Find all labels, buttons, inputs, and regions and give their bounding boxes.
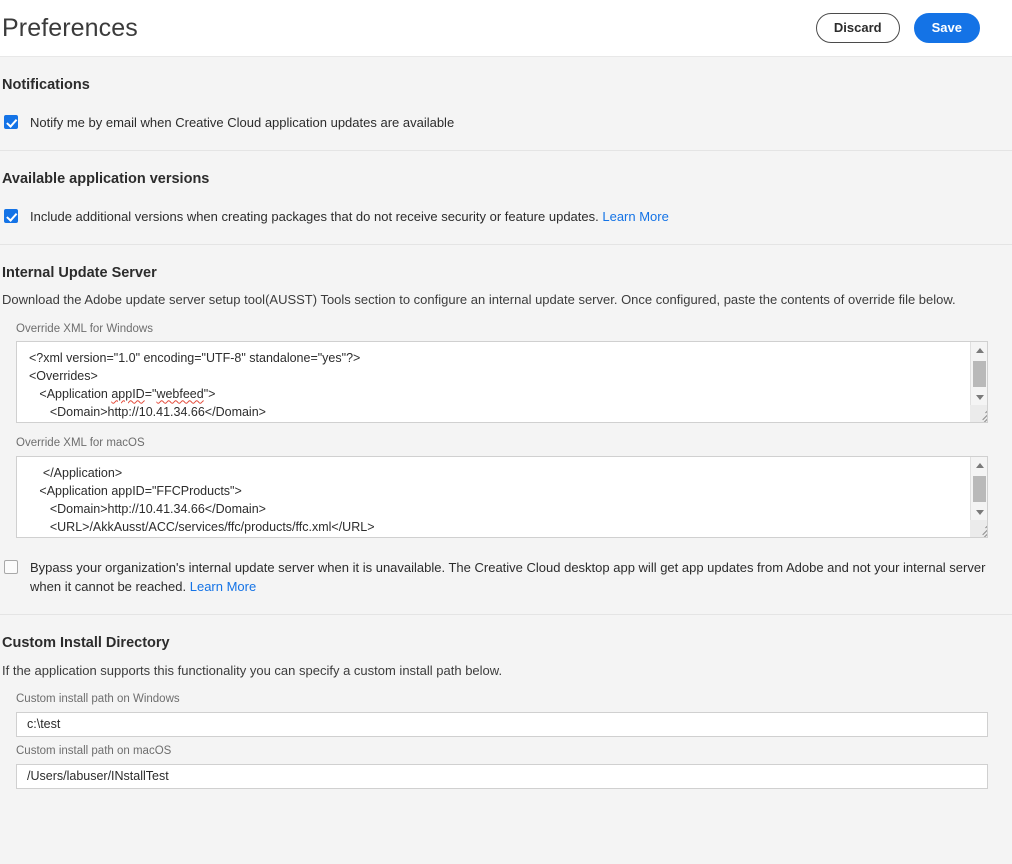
win-xml-line-4: <Domain>http://10.41.34.66</Domain> <box>29 405 266 420</box>
resize-grip-icon[interactable] <box>970 520 987 538</box>
scroll-down-arrow-icon[interactable] <box>971 388 987 406</box>
notify-email-checkbox[interactable] <box>4 115 18 130</box>
custom-install-path-windows-input[interactable] <box>16 711 988 737</box>
notify-email-row[interactable]: Notify me by email when Creative Cloud a… <box>2 114 1000 132</box>
custom-install-directory-description: If the application supports this functio… <box>2 662 503 678</box>
available-versions-learn-more-link[interactable]: Learn More <box>602 209 668 224</box>
bypass-update-server-checkbox[interactable] <box>4 560 18 575</box>
internal-update-server-title: Internal Update Server <box>2 264 157 281</box>
bypass-update-server-text: Bypass your organization's internal upda… <box>30 560 986 594</box>
include-additional-versions-row[interactable]: Include additional versions when creatin… <box>2 208 1000 226</box>
win-xml-misspelled-appid: appID <box>111 387 145 402</box>
discard-button[interactable]: Discard <box>815 13 900 43</box>
override-xml-macos-label: Override XML for macOS <box>16 437 145 450</box>
bypass-learn-more-link[interactable]: Learn More <box>190 579 256 594</box>
section-notifications: Notifications Notify me by email when Cr… <box>0 56 1012 151</box>
preferences-content: Notifications Notify me by email when Cr… <box>0 56 1012 807</box>
mac-xml-line-4: <URL>/AkkAusst/ACC/services/ffc/products… <box>29 520 375 535</box>
custom-install-path-macos-label: Custom install path on macOS <box>16 744 172 757</box>
win-xml-misspelled-webfeed: webfeed <box>156 387 204 402</box>
notifications-title: Notifications <box>2 77 90 93</box>
win-xml-line-3-post: "> <box>203 387 216 402</box>
override-xml-windows-content[interactable]: <?xml version="1.0" encoding="UTF-8" sta… <box>17 342 967 422</box>
mac-xml-line-1: </Application> <box>29 466 123 481</box>
notify-email-label: Notify me by email when Creative Cloud a… <box>30 115 455 131</box>
scrollbar-thumb[interactable] <box>973 361 986 388</box>
win-xml-line-3-mid: =" <box>144 387 157 402</box>
scroll-up-arrow-icon[interactable] <box>971 342 987 360</box>
mac-xml-line-2: <Application appID="FFCProducts"> <box>29 484 242 499</box>
scrollbar-thumb[interactable] <box>973 476 986 503</box>
custom-install-path-macos-input[interactable] <box>16 763 988 789</box>
page-header: Preferences Discard Save <box>0 0 1012 56</box>
override-xml-windows-textarea[interactable]: <?xml version="1.0" encoding="UTF-8" sta… <box>16 341 988 424</box>
win-xml-line-1: <?xml version="1.0" encoding="UTF-8" sta… <box>29 351 361 366</box>
scroll-down-arrow-icon[interactable] <box>971 503 987 521</box>
override-xml-macos-content[interactable]: </Application> <Application appID="FFCPr… <box>17 457 967 537</box>
resize-grip-icon[interactable] <box>970 405 987 423</box>
include-additional-versions-label: Include additional versions when creatin… <box>30 208 669 226</box>
section-custom-install-directory: Custom Install Directory If the applicat… <box>0 615 1012 807</box>
section-available-versions: Available application versions Include a… <box>0 151 1012 245</box>
custom-install-path-windows-label: Custom install path on Windows <box>16 693 180 706</box>
mac-xml-line-3: <Domain>http://10.41.34.66</Domain> <box>29 502 266 517</box>
include-additional-versions-checkbox[interactable] <box>4 209 18 224</box>
save-button[interactable]: Save <box>913 13 980 43</box>
win-xml-line-2: <Overrides> <box>29 369 98 384</box>
win-xml-line-3-pre: <Application <box>29 387 112 402</box>
custom-install-directory-title: Custom Install Directory <box>2 635 170 652</box>
page-title: Preferences <box>2 13 138 42</box>
available-versions-title: Available application versions <box>2 170 210 187</box>
include-additional-versions-text: Include additional versions when creatin… <box>30 209 599 225</box>
bypass-update-server-label: Bypass your organization's internal upda… <box>30 559 994 596</box>
scroll-up-arrow-icon[interactable] <box>971 457 987 475</box>
internal-update-server-description: Download the Adobe update server setup t… <box>2 292 956 308</box>
header-actions: Discard Save <box>815 13 980 43</box>
override-xml-macos-textarea[interactable]: </Application> <Application appID="FFCPr… <box>16 456 988 539</box>
bypass-update-server-row[interactable]: Bypass your organization's internal upda… <box>2 559 1000 596</box>
section-internal-update-server: Internal Update Server Download the Adob… <box>0 245 1012 616</box>
override-xml-windows-label: Override XML for Windows <box>16 322 153 335</box>
